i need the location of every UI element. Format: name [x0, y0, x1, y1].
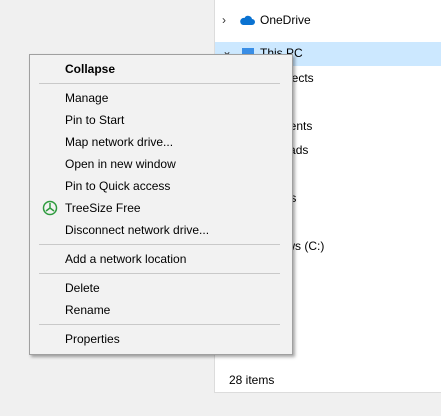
menu-item-label: Pin to Quick access — [65, 179, 171, 193]
menu-item-label: Manage — [65, 91, 109, 105]
tree-item-label: OneDrive — [260, 13, 311, 27]
menu-item-open-in-new-window[interactable]: Open in new window — [32, 153, 290, 175]
chevron-right-icon[interactable]: › — [222, 13, 226, 27]
menu-item-label: Properties — [65, 332, 120, 346]
status-bar-item-count: 28 items — [229, 373, 275, 387]
menu-item-label: TreeSize Free — [65, 201, 141, 215]
menu-item-pin-to-quick-access[interactable]: Pin to Quick access — [32, 175, 290, 197]
menu-item-disconnect-network-drive[interactable]: Disconnect network drive... — [32, 219, 290, 241]
menu-item-label: Rename — [65, 303, 111, 317]
menu-item-rename[interactable]: Rename — [32, 299, 290, 321]
menu-item-properties[interactable]: Properties — [32, 328, 290, 350]
menu-separator — [39, 244, 280, 245]
menu-item-label: Collapse — [65, 62, 116, 76]
menu-item-manage[interactable]: Manage — [32, 87, 290, 109]
menu-item-map-network-drive[interactable]: Map network drive... — [32, 131, 290, 153]
menu-separator — [39, 324, 280, 325]
tree-item-onedrive[interactable]: › OneDrive — [215, 9, 441, 33]
menu-separator — [39, 273, 280, 274]
menu-item-treesize-free[interactable]: TreeSize Free — [32, 197, 290, 219]
onedrive-icon — [240, 15, 255, 25]
menu-separator — [39, 83, 280, 84]
menu-item-label: Add a network location — [65, 252, 187, 266]
menu-item-label: Map network drive... — [65, 135, 174, 149]
menu-item-pin-to-start[interactable]: Pin to Start — [32, 109, 290, 131]
menu-item-collapse[interactable]: Collapse — [32, 58, 290, 80]
menu-item-delete[interactable]: Delete — [32, 277, 290, 299]
treesize-icon — [42, 200, 58, 216]
menu-item-label: Open in new window — [65, 157, 176, 171]
context-menu: Collapse Manage Pin to Start Map network… — [29, 54, 293, 355]
menu-item-label: Pin to Start — [65, 113, 125, 127]
menu-item-label: Delete — [65, 281, 100, 295]
menu-item-label: Disconnect network drive... — [65, 223, 210, 237]
menu-item-add-network-location[interactable]: Add a network location — [32, 248, 290, 270]
